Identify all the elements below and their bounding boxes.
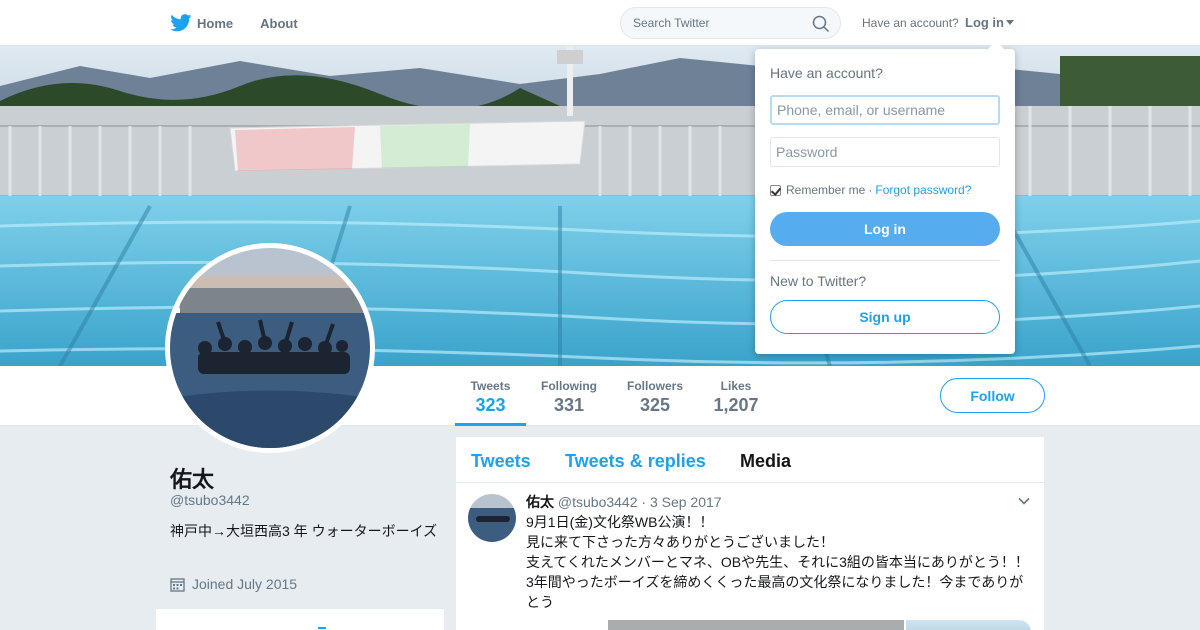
stat-tweets[interactable]: Tweets 323 [455,366,526,426]
remember-separator: · [868,183,873,197]
dropdown-divider [770,260,1000,261]
profile-joined: Joined July 2015 [170,576,297,592]
tweet-author-handle[interactable]: @tsubo3442 [558,494,638,510]
forgot-password-link[interactable]: Forgot password? [875,183,971,197]
login-dropdown: Have an account? Remember me · Forgot pa… [755,41,1015,354]
have-account-text: Have an account? [862,16,959,30]
stat-following[interactable]: Following 331 [533,366,605,426]
stat-followers-label: Followers [626,379,683,393]
tweet-separator: · [641,494,647,510]
tweet-author-name[interactable]: 佑太 [526,494,554,510]
chevron-down-icon[interactable] [1017,494,1031,508]
remember-me-label[interactable]: Remember me [786,183,865,197]
twitter-bird-icon[interactable] [170,14,192,32]
tweet-text: 9月1日(金)文化祭WB公演！！ 見に来て下さった方々ありがとうございました！ … [526,512,1036,612]
profile-avatar[interactable] [165,243,375,453]
tweet-line: 3年間やったボーイズを締めくくった最高の文化祭になりました！今までありがとう [526,574,1024,610]
signup-button[interactable]: Sign up [770,300,1000,334]
profile-bio: 神戸中→大垣西高3 年 ウォーターボーイズ [170,523,438,539]
tweet-media-photo-1[interactable] [608,620,904,630]
tweet-date[interactable]: 3 Sep 2017 [650,494,722,510]
search-box[interactable]: Search Twitter [620,7,841,39]
stat-likes-value: 1,207 [713,395,759,415]
left-sidebar-card [156,609,444,630]
stat-likes-label: Likes [720,379,752,393]
username-field[interactable] [770,95,1000,125]
timeline-tabs: Tweets Tweets & replies Media [456,437,1044,483]
tweet-header: 佑太 @tsubo3442 · 3 Sep 2017 [526,492,722,512]
stat-followers[interactable]: Followers 325 [620,366,690,426]
remember-row: Remember me · Forgot password? [770,183,971,197]
stat-tweets-label: Tweets [470,379,511,393]
nav-about-link[interactable]: About [260,16,298,31]
calendar-icon [170,577,185,592]
login-toggle-button[interactable]: Log in [965,15,1014,30]
tweet-line: 支えてくれたメンバーとマネ、OBや先生、それに3組の皆本当にありがとう！！ [526,554,1029,570]
login-button[interactable]: Log in [770,212,1000,246]
tweet-avatar[interactable] [468,494,516,542]
search-input[interactable]: Search Twitter [633,16,709,30]
follow-button[interactable]: Follow [940,378,1045,413]
new-to-twitter-text: New to Twitter? [770,273,867,289]
joined-text: Joined July 2015 [192,576,298,592]
dropdown-caret [988,41,1004,49]
tweet-media-photo-2[interactable] [906,620,1031,630]
stat-tweets-value: 323 [475,395,506,415]
tweet-line: 9月1日(金)文化祭WB公演！！ [526,514,714,530]
card-accent-mark [318,627,326,629]
timeline: Tweets Tweets & replies Media 佑太 @tsubo3… [456,437,1044,630]
stat-followers-value: 325 [639,395,671,415]
stat-following-value: 331 [553,395,585,415]
tweet-line: 見に来て下さった方々ありがとうございました！ [526,534,834,550]
password-field[interactable] [770,137,1000,167]
tweet[interactable]: 佑太 @tsubo3442 · 3 Sep 2017 9月1日(金)文化祭WB公… [456,483,1044,630]
tab-tweets-and-replies[interactable]: Tweets & replies [565,451,706,472]
stat-following-label: Following [541,379,597,393]
profile-handle[interactable]: @tsubo3442 [170,492,250,508]
top-navigation-bar: Home About Search Twitter Have an accoun… [0,0,1200,46]
nav-home-link[interactable]: Home [197,16,233,31]
tab-media[interactable]: Media [740,451,791,472]
nav-left: Home About [170,0,325,46]
profile-name[interactable]: 佑太 [170,462,214,494]
search-icon[interactable] [812,15,830,33]
tab-tweets[interactable]: Tweets [471,451,531,472]
stat-likes[interactable]: Likes 1,207 [705,366,767,426]
login-toggle-label: Log in [965,15,1004,30]
caret-down-icon [1006,20,1014,25]
dropdown-title: Have an account? [770,65,883,81]
remember-me-checkbox[interactable] [770,184,781,196]
avatar-image [170,248,370,448]
